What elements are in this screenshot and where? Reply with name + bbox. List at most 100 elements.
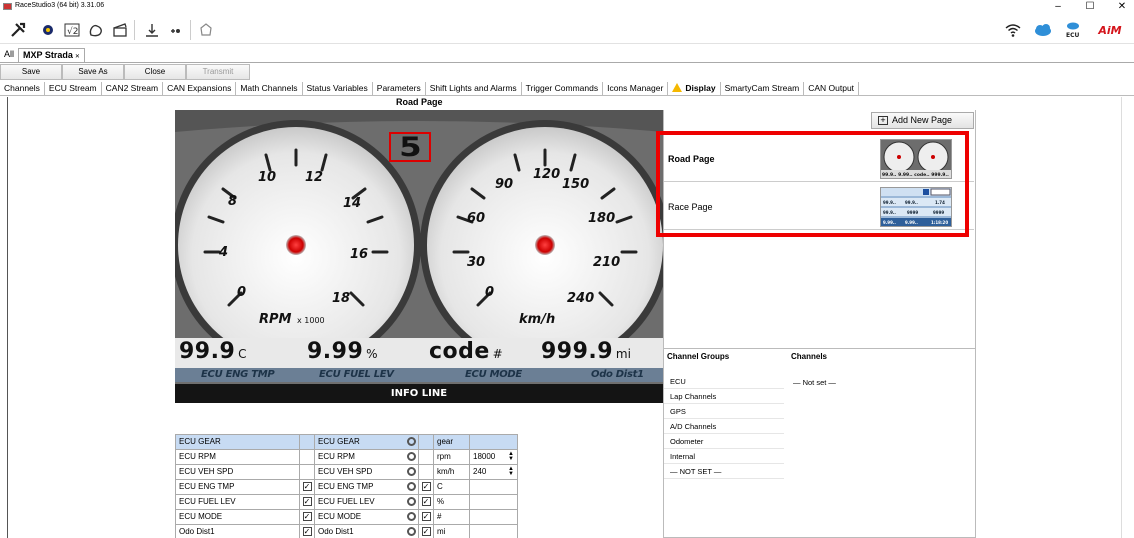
channel-group-item[interactable]: A/D Channels [664, 419, 784, 434]
tab-icons-manager[interactable]: Icons Manager [603, 82, 669, 95]
tab-trigger-commands[interactable]: Trigger Commands [522, 82, 604, 95]
settings-gear-icon[interactable] [407, 526, 416, 536]
table-row[interactable]: ECU GEAR ECU GEAR gear [175, 433, 518, 450]
channel-group-item[interactable]: — NOT SET — [664, 464, 784, 479]
enable-cell[interactable]: ✓ [299, 508, 315, 525]
settings-gear-icon[interactable] [407, 466, 416, 476]
info-line[interactable]: INFO LINE [175, 384, 663, 403]
unit-enable-cell[interactable]: ✓ [418, 523, 434, 538]
checkbox-checked-icon[interactable]: ✓ [302, 482, 312, 492]
readout-odo[interactable]: 999.9 mi [541, 339, 631, 364]
max-value[interactable]: 18000 [473, 452, 495, 461]
tools-icon[interactable] [8, 20, 28, 40]
settings-gear-icon[interactable] [407, 451, 416, 461]
enable-cell[interactable] [299, 463, 315, 480]
maximize-button[interactable]: ☐ [1084, 1, 1096, 12]
tab-can-output[interactable]: CAN Output [804, 82, 860, 95]
channel-cell[interactable]: ECU MODE [314, 508, 419, 525]
unit-enable-cell[interactable] [418, 448, 434, 465]
tab-can-expansions[interactable]: CAN Expansions [163, 82, 237, 95]
cloud-icon[interactable] [1032, 20, 1054, 40]
close-tab-icon[interactable]: ✕ [75, 54, 80, 60]
settings-gear-icon[interactable] [407, 436, 416, 446]
checkbox-checked-icon[interactable]: ✓ [421, 497, 431, 507]
math-channel-icon[interactable]: √2 [62, 20, 82, 40]
clapperboard-icon[interactable] [110, 20, 130, 40]
table-row[interactable]: ECU ENG TMP ✓ ECU ENG TMP ✓ C [175, 478, 518, 495]
doc-tab-active[interactable]: MXP Strada ✕ [18, 48, 85, 62]
source-cell[interactable]: ECU RPM [175, 448, 300, 465]
settings-gear-icon[interactable] [407, 481, 416, 491]
unit-enable-cell[interactable] [418, 463, 434, 480]
spinner-icon[interactable]: ▲ ▼ [508, 451, 514, 462]
tab-shift-lights[interactable]: Shift Lights and Alarms [426, 82, 522, 95]
table-row[interactable]: ECU MODE ✓ ECU MODE ✓ # [175, 508, 518, 525]
clock-icon[interactable] [196, 20, 216, 40]
enable-cell[interactable]: ✓ [299, 493, 315, 510]
add-new-page-button[interactable]: + Add New Page [871, 112, 974, 129]
unit-enable-cell[interactable]: ✓ [418, 508, 434, 525]
settings-gear-icon[interactable] [407, 496, 416, 506]
channel-cell[interactable]: ECU VEH SPD [314, 463, 419, 480]
enable-cell[interactable]: ✓ [299, 523, 315, 538]
track-icon[interactable] [86, 20, 106, 40]
doc-tab-all[interactable]: All [0, 48, 18, 62]
tab-math-channels[interactable]: Math Channels [236, 82, 303, 95]
close-button[interactable]: Close [124, 64, 186, 80]
source-cell[interactable]: ECU GEAR [175, 433, 300, 450]
readout-mode[interactable]: code # [429, 339, 503, 364]
channel-group-item[interactable]: Lap Channels [664, 389, 784, 404]
close-window-button[interactable]: ✕ [1116, 1, 1128, 12]
channel-group-item[interactable]: GPS [664, 404, 784, 419]
checkbox-checked-icon[interactable]: ✓ [421, 527, 431, 537]
readout-eng-tmp[interactable]: 99.9 C [179, 339, 246, 364]
checkbox-checked-icon[interactable]: ✓ [421, 512, 431, 522]
max-cell[interactable]: 18000 ▲ ▼ [469, 448, 518, 465]
checkbox-checked-icon[interactable]: ✓ [421, 482, 431, 492]
gear-indicator[interactable]: 5 [389, 132, 431, 163]
tab-channels[interactable]: Channels [0, 82, 45, 95]
table-row[interactable]: ECU FUEL LEV ✓ ECU FUEL LEV ✓% [175, 493, 518, 510]
tab-can2-stream[interactable]: CAN2 Stream [102, 82, 164, 95]
minimize-button[interactable]: – [1052, 1, 1064, 12]
max-cell[interactable]: 240 ▲ ▼ [469, 463, 518, 480]
channel-cell[interactable]: Odo Dist1 [314, 523, 419, 538]
source-cell[interactable]: ECU FUEL LEV [175, 493, 300, 510]
max-value[interactable]: 240 [473, 467, 486, 476]
checkbox-checked-icon[interactable]: ✓ [302, 527, 312, 537]
source-cell[interactable]: ECU MODE [175, 508, 300, 525]
save-button[interactable]: Save [0, 64, 62, 80]
unit-enable-cell[interactable]: ✓ [418, 478, 434, 495]
channel-group-item[interactable]: Internal [664, 449, 784, 464]
tab-status-variables[interactable]: Status Variables [303, 82, 373, 95]
enable-cell[interactable] [299, 433, 315, 450]
channel-cell[interactable]: ECU GEAR [314, 433, 419, 450]
download-icon[interactable] [142, 20, 162, 40]
channel-cell[interactable]: ECU FUEL LEV [314, 493, 419, 510]
source-cell[interactable]: ECU VEH SPD [175, 463, 300, 480]
channel-group-item[interactable]: Odometer [664, 434, 784, 449]
tab-ecu-stream[interactable]: ECU Stream [45, 82, 102, 95]
wifi-icon[interactable] [1002, 20, 1024, 40]
table-row[interactable]: Odo Dist1 ✓ Odo Dist1 ✓ mi [175, 523, 518, 538]
checkbox-checked-icon[interactable]: ✓ [302, 512, 312, 522]
settings-gear-icon[interactable] [407, 511, 416, 521]
checkbox-checked-icon[interactable]: ✓ [302, 497, 312, 507]
tab-display[interactable]: Display [668, 82, 721, 95]
unit-enable-cell[interactable] [418, 433, 434, 450]
table-row[interactable]: ECU VEH SPD ECU VEH SPD km/h 240 ▲ ▼ [175, 463, 518, 480]
tab-parameters[interactable]: Parameters [373, 82, 426, 95]
channel-group-item[interactable]: ECU [664, 374, 784, 389]
tab-smartycam-stream[interactable]: SmartyCam Stream [721, 82, 805, 95]
wireless-icon[interactable] [166, 20, 186, 40]
channel-cell[interactable]: ECU RPM [314, 448, 419, 465]
source-cell[interactable]: Odo Dist1 [175, 523, 300, 538]
readout-fuel-lev[interactable]: 9.99 % [307, 339, 377, 364]
ecu-icon[interactable]: ECU [1062, 20, 1084, 40]
unit-enable-cell[interactable]: ✓ [418, 493, 434, 510]
source-cell[interactable]: ECU ENG TMP [175, 478, 300, 495]
save-as-button[interactable]: Save As [62, 64, 124, 80]
enable-cell[interactable]: ✓ [299, 478, 315, 495]
enable-cell[interactable] [299, 448, 315, 465]
gear-settings-icon[interactable] [38, 20, 58, 40]
